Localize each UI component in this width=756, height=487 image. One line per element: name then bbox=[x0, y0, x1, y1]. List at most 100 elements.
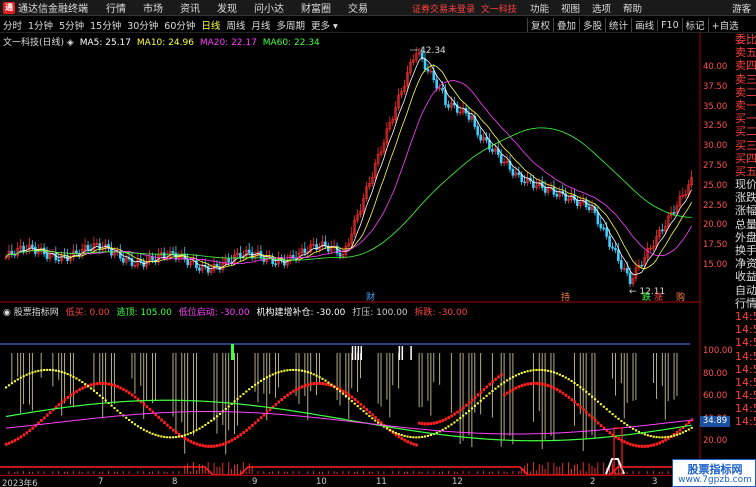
yellow-dot bbox=[511, 376, 515, 379]
yellow-dot bbox=[139, 427, 142, 430]
candle-body bbox=[499, 154, 503, 164]
yellow-dot bbox=[154, 433, 157, 436]
quote-field: 自动 bbox=[735, 283, 756, 297]
y-tick: 35.00 bbox=[703, 101, 728, 112]
quote-field: 卖一 bbox=[735, 98, 756, 112]
yellow-dot bbox=[224, 407, 227, 410]
signal-bar bbox=[410, 346, 412, 360]
red-dot bbox=[626, 441, 629, 445]
gear-icon[interactable]: ◉ bbox=[3, 308, 11, 318]
yellow-dot bbox=[485, 394, 488, 397]
red-dot bbox=[541, 382, 544, 386]
yellow-dot bbox=[318, 376, 321, 379]
red-dot bbox=[359, 402, 363, 406]
red-dot bbox=[347, 393, 351, 397]
red-dot bbox=[494, 377, 497, 381]
yellow-dot bbox=[57, 370, 60, 373]
red-dot bbox=[526, 382, 530, 386]
red-dot bbox=[110, 383, 114, 387]
candle-body bbox=[672, 212, 676, 214]
candle-body bbox=[151, 256, 154, 261]
yellow-dot bbox=[312, 373, 315, 376]
yellow-dot bbox=[670, 435, 673, 438]
red-dot bbox=[195, 442, 199, 446]
red-dot bbox=[523, 383, 527, 387]
kline-chart[interactable]: 42.34← 12.11财持跌涨购 bbox=[0, 0, 756, 487]
red-dot bbox=[444, 417, 448, 421]
indicator-name: 股票指标网 bbox=[13, 308, 59, 318]
quote-field: 卖三 bbox=[735, 72, 756, 86]
red-dot bbox=[374, 416, 377, 420]
yellow-dot bbox=[180, 434, 183, 437]
yellow-dot bbox=[239, 395, 242, 398]
date-axis: 2023年6 7 8 9 10 11 12 2 3 bbox=[0, 475, 700, 487]
red-dot bbox=[432, 421, 436, 425]
red-dot bbox=[479, 390, 483, 394]
yellow-dot bbox=[306, 371, 309, 374]
yellow-dot bbox=[508, 377, 512, 380]
yellow-dot bbox=[72, 375, 75, 378]
red-dot bbox=[585, 410, 588, 414]
red-dot bbox=[277, 400, 281, 404]
red-dot bbox=[40, 419, 43, 423]
signal-bar bbox=[357, 346, 360, 360]
yellow-dot bbox=[60, 370, 63, 373]
red-dot bbox=[397, 435, 401, 439]
yellow-dot bbox=[602, 405, 605, 408]
yellow-dot bbox=[195, 429, 198, 432]
yellow-dot bbox=[300, 369, 304, 372]
candle-body bbox=[628, 272, 632, 285]
yellow-dot bbox=[198, 427, 201, 430]
candle-body bbox=[75, 250, 78, 254]
red-dot bbox=[57, 403, 61, 407]
red-dot bbox=[303, 384, 307, 388]
indicator-legend: ◉ 股票指标网 低买: 0.00 逃顶: 105.00 低位启动: -30.00… bbox=[3, 305, 467, 318]
y-tick: 40.00 bbox=[703, 62, 728, 72]
red-dot bbox=[254, 421, 257, 425]
red-dot bbox=[582, 408, 585, 412]
yellow-dot bbox=[634, 429, 638, 432]
yellow-dot bbox=[283, 369, 286, 372]
yellow-dot bbox=[183, 434, 186, 437]
red-dot bbox=[43, 416, 46, 420]
red-dot bbox=[362, 405, 366, 409]
event-marker: 财 bbox=[366, 291, 375, 303]
yellow-dot bbox=[552, 371, 556, 374]
candle-body bbox=[605, 227, 608, 237]
red-dot bbox=[593, 418, 597, 422]
yellow-dot bbox=[368, 414, 371, 417]
yellow-dot bbox=[608, 410, 611, 413]
red-dot bbox=[687, 421, 691, 425]
yellow-dot bbox=[491, 389, 494, 392]
candle-body bbox=[543, 187, 547, 193]
red-dot bbox=[268, 408, 272, 412]
red-dot bbox=[549, 385, 553, 389]
red-dot bbox=[81, 386, 84, 390]
yellow-dot bbox=[500, 383, 503, 386]
red-dot bbox=[482, 388, 486, 392]
yellow-dot bbox=[544, 369, 547, 372]
red-dot bbox=[341, 389, 345, 393]
red-dot bbox=[218, 443, 222, 447]
yellow-dot bbox=[488, 392, 491, 395]
red-dot bbox=[415, 443, 418, 447]
yellow-dot bbox=[506, 379, 509, 382]
red-dot bbox=[116, 385, 119, 389]
yellow-dot bbox=[667, 435, 670, 438]
yellow-dot bbox=[403, 434, 406, 437]
yellow-dot bbox=[479, 399, 482, 402]
quote-field: 卖二 bbox=[735, 85, 756, 99]
candle-body bbox=[523, 181, 526, 184]
yellow-dot bbox=[359, 407, 362, 410]
quote-field: 14:56 bbox=[735, 375, 756, 389]
candle-body bbox=[432, 70, 436, 81]
yellow-dot bbox=[444, 427, 447, 430]
yellow-dot bbox=[347, 397, 351, 400]
trading-terminal: 通 通达信金融终端 行情 市场 资讯 发现 问小达 财富圈 交易 证券交易未登录… bbox=[0, 0, 756, 487]
red-dot bbox=[128, 391, 131, 395]
red-dot bbox=[286, 393, 289, 397]
red-dot bbox=[459, 408, 462, 412]
yellow-dot bbox=[256, 381, 260, 384]
red-dot bbox=[262, 413, 266, 417]
yellow-dot bbox=[336, 387, 339, 390]
